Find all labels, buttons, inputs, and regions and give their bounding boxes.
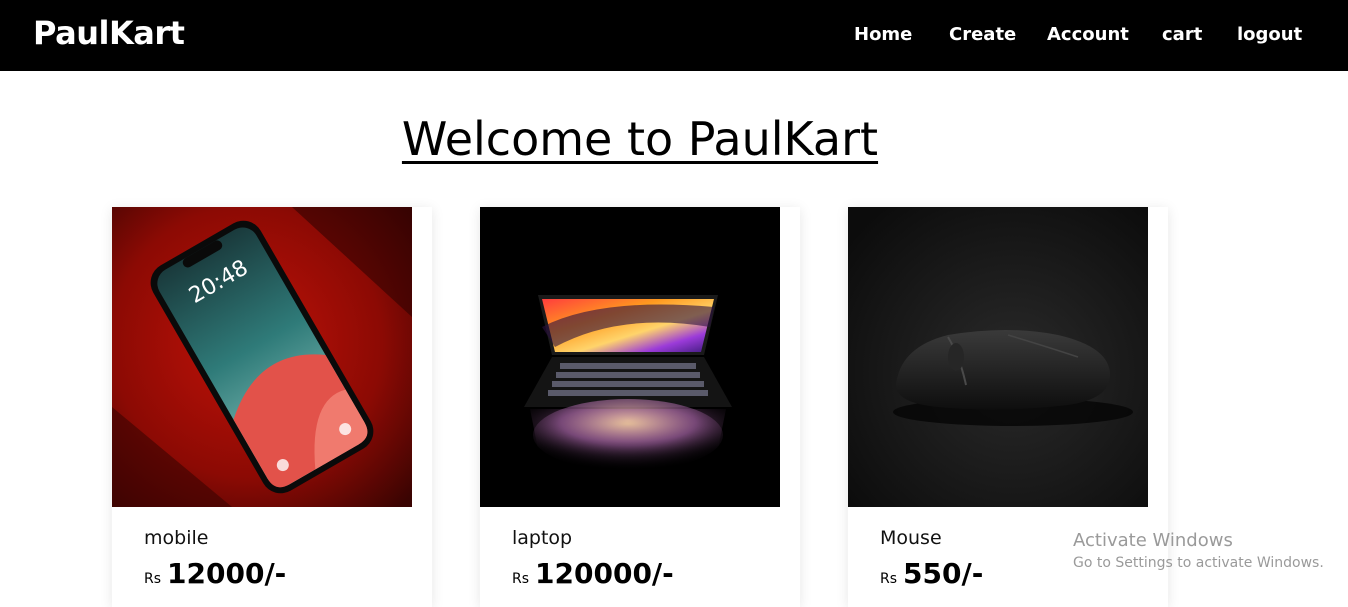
navbar: PaulKart Home Create Account cart logout: [0, 0, 1348, 71]
activate-windows-subtitle: Go to Settings to activate Windows.: [1073, 555, 1324, 571]
price-amount: 550/-: [903, 557, 984, 590]
product-price: Rs 120000/-: [512, 557, 674, 590]
product-name: Mouse: [880, 527, 942, 549]
product-image-mouse[interactable]: [848, 207, 1148, 507]
product-image-mobile[interactable]: 20:48: [112, 207, 412, 507]
product-price: Rs 12000/-: [144, 557, 286, 590]
nav-logout-link[interactable]: logout: [1237, 24, 1302, 45]
price-currency: Rs: [880, 571, 898, 587]
product-price: Rs 550/-: [880, 557, 983, 590]
activate-windows-watermark: Activate Windows Go to Settings to activ…: [1073, 530, 1324, 571]
price-currency: Rs: [144, 571, 162, 587]
nav-create-link[interactable]: Create: [949, 24, 1016, 45]
product-image-laptop[interactable]: [480, 207, 780, 507]
brand-logo[interactable]: PaulKart: [33, 14, 185, 52]
price-amount: 120000/-: [535, 557, 674, 590]
price-currency: Rs: [512, 571, 530, 587]
activate-windows-title: Activate Windows: [1073, 530, 1233, 551]
nav-cart-link[interactable]: cart: [1162, 24, 1202, 45]
product-card-mobile[interactable]: 20:48 mobile Rs 12000/-: [112, 207, 432, 607]
nav-home-link[interactable]: Home: [854, 24, 912, 45]
product-name: laptop: [512, 527, 573, 549]
product-card-laptop[interactable]: laptop Rs 120000/-: [480, 207, 800, 607]
nav-account-link[interactable]: Account: [1047, 24, 1129, 45]
product-name: mobile: [144, 527, 209, 549]
page-title: Welcome to PaulKart: [401, 112, 879, 166]
price-amount: 12000/-: [167, 557, 287, 590]
